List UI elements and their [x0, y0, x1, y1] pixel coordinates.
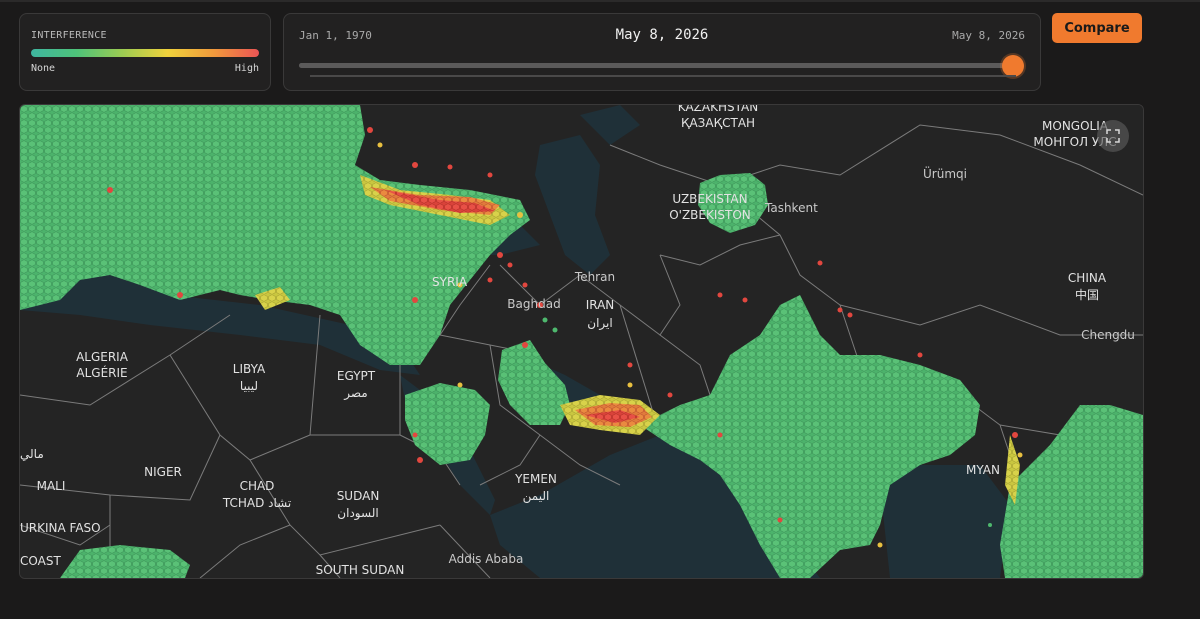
timeline-slider-thumb[interactable] — [1002, 55, 1025, 77]
country-label-south-sudan: SOUTH SUDAN — [316, 563, 405, 577]
interference-map[interactable]: KAZAKHSTAN ҚАЗАҚСТАН MONGOLIA МОНГОЛ УЛС U… — [19, 104, 1144, 579]
map-canvas[interactable]: KAZAKHSTAN ҚАЗАҚСТАН MONGOLIA МОНГОЛ УЛС U… — [20, 105, 1143, 578]
city-label-tehran: Tehran — [574, 270, 615, 284]
timeline-slider-track[interactable] — [299, 55, 1025, 77]
compare-button[interactable]: Compare — [1052, 13, 1142, 43]
city-label-urumqi: Ürümqi — [923, 165, 967, 181]
expand-icon-glyph — [1106, 129, 1120, 143]
timeline-current-date: May 8, 2026 — [615, 27, 709, 43]
city-label-chengdu: Chengdu — [1081, 328, 1135, 342]
bay-of-bengal — [880, 465, 1010, 578]
interference-legend: INTERFERENCE None High — [19, 13, 271, 91]
country-label-niger: NIGER — [144, 465, 182, 479]
city-label-addis-ababa: Addis Ababa — [449, 552, 524, 566]
legend-min-label: None — [31, 63, 56, 74]
country-label-kazakhstan: KAZAKHSTAN ҚАЗАҚСТАН — [678, 105, 758, 130]
country-label-mali: MALI — [37, 479, 66, 493]
timeline-end-label: May 8, 2026 — [952, 29, 1025, 42]
city-label-baghdad: Baghdad — [507, 297, 560, 311]
top-divider — [0, 0, 1200, 2]
timeline-panel: Jan 1, 1970 May 8, 2026 May 8, 2026 — [283, 13, 1041, 91]
timeline-slider-fill — [299, 63, 1014, 68]
country-label-myanmar: MYAN — [966, 463, 1000, 477]
city-label-tashkent: Tashkent — [764, 201, 818, 215]
expand-icon[interactable] — [1097, 120, 1129, 152]
timeline-range-bar — [310, 75, 1016, 91]
legend-gradient-bar — [31, 49, 259, 57]
country-label-syria: SYRIA — [432, 275, 468, 289]
legend-title: INTERFERENCE — [31, 30, 107, 41]
country-label-mali-ar: مالي — [20, 447, 44, 461]
legend-max-label: High — [234, 63, 259, 74]
country-label-burkina: URKINA FASO — [20, 521, 101, 535]
country-label-coast: COAST — [20, 554, 61, 568]
